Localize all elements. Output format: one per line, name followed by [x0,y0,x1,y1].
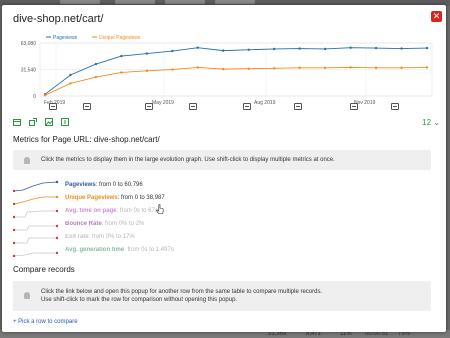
sparkline [13,195,59,205]
legend-label: Unique Pageviews [99,35,141,41]
metric-row[interactable]: Exit rate: from 0% to 17% [13,232,313,244]
data-point [145,69,149,72]
lightbulb-icon [24,292,30,299]
metric-label: Exit rate: from 0% to 17% [65,234,135,240]
metric-name: Avg. generation time [65,247,125,253]
lightbulb-icon [24,157,30,164]
data-point [298,66,301,70]
period-value: 12 [422,118,432,127]
popup-title: dive-shop.net/cart/ [13,13,104,25]
data-point [425,66,429,69]
data-point [374,46,378,50]
metric-range: : from 0 to 60,796 [95,182,143,188]
sparkline [13,224,59,231]
annotation-icon[interactable] [350,103,358,110]
data-point [94,75,98,79]
metrics-hint-text: Click the metrics to display them in the… [41,157,335,163]
data-point [349,46,352,49]
download-icon[interactable] [61,118,69,126]
data-point [171,49,174,53]
evolution-chart[interactable]: 031,54063,080Feb 2019May 2019Aug 2019Nov… [2,29,446,131]
sparkline [13,251,59,257]
data-point [69,82,72,85]
annotation-icon[interactable] [243,103,251,110]
metric-row[interactable]: Bounce Rate: from 0% to 2% [13,219,313,231]
metric-name: Exit rate [65,234,89,240]
metric-range: : from 0 to 38,987 [117,195,165,201]
export-icon[interactable] [29,118,37,126]
row-evolution-popup: dive-shop.net/cart/ ✕ 031,54063,080Feb 2… [2,5,446,332]
metric-name: Pageviews [65,182,96,188]
close-button[interactable]: ✕ [431,11,442,22]
data-point [94,62,98,66]
period-select[interactable]: 12 ⌄ [422,118,440,127]
data-point [171,68,174,71]
x-tick-label: May 2019 [152,100,174,106]
metric-range: : from 0% to 2% [101,221,145,227]
data-point [349,66,352,69]
data-point [323,66,327,70]
data-point [247,67,250,70]
metric-range: : from 0% to 17% [88,234,135,240]
data-point [425,46,429,50]
data-point [298,47,301,50]
annotation-icon[interactable] [391,103,399,110]
data-point [196,66,199,69]
metric-label: Avg. time on page: from 0s to 67s [65,208,158,214]
image-icon[interactable] [45,118,53,126]
sparkline [13,180,59,192]
metric-name: Unique Pageviews [65,195,118,201]
data-point [145,52,149,55]
data-point [222,67,225,71]
compare-section-title: Compare records [13,265,75,274]
calendar-icon[interactable] [13,118,21,126]
x-tick-label: Aug 2019 [254,100,276,106]
y-tick-label: 0 [33,94,36,100]
compare-hint-text-2: Use shift-click to mark the row for comp… [41,297,238,303]
y-tick-label: 63,080 [21,41,37,47]
annotation-icon[interactable] [145,103,153,110]
data-point [273,67,276,70]
evolution-chart-svg: 031,54063,080Feb 2019May 2019Aug 2019Nov… [21,35,433,106]
compare-hint-text-1: Click the link below and open this popup… [41,289,323,295]
data-point [43,94,47,97]
sparkline [13,236,59,244]
data-point [120,71,123,74]
y-tick-label: 31,540 [21,68,37,74]
sparkline [13,209,59,218]
annotation-icon[interactable] [83,103,91,110]
chevron-down-icon: ⌄ [433,118,440,127]
legend-label: Pageviews [53,35,78,41]
metric-name: Bounce Rate [65,221,102,227]
hand-cursor-icon [156,204,164,214]
data-point [247,48,250,51]
compare-hint-box: Click the link below and open this popup… [13,281,431,311]
annotation-icon[interactable] [294,103,302,110]
metric-name: Avg. time on page [65,208,117,214]
pick-row-to-compare-link[interactable]: + Pick a row to compare [13,319,78,325]
data-point [323,47,327,51]
data-point [222,49,225,52]
metrics-hint-box: Click the metrics to display them in the… [13,150,431,170]
annotation-icon[interactable] [49,103,57,110]
close-icon: ✕ [432,11,441,21]
data-point [374,66,378,70]
annotation-icon[interactable] [189,103,197,110]
metric-row[interactable]: Pageviews: from 0 to 60,796 [13,180,313,192]
data-point [273,47,276,51]
metric-label: Bounce Rate: from 0% to 2% [65,221,144,227]
metrics-section-title: Metrics for Page URL: dive-shop.net/cart… [13,135,160,144]
data-point [400,47,403,50]
metric-label: Avg. generation time: from 0s to 1.497s [65,247,174,253]
metric-range: : from 0s to 1.497s [124,247,174,253]
data-point [120,54,123,58]
data-point [196,46,199,49]
metric-label: Unique Pageviews: from 0 to 38,987 [65,195,165,201]
data-point [69,73,72,77]
data-point [400,66,403,70]
metric-row[interactable]: Avg. generation time: from 0s to 1.497s [13,245,313,257]
metric-range: : from 0s to 67s [116,208,158,214]
metric-label: Pageviews: from 0 to 60,796 [65,182,143,188]
